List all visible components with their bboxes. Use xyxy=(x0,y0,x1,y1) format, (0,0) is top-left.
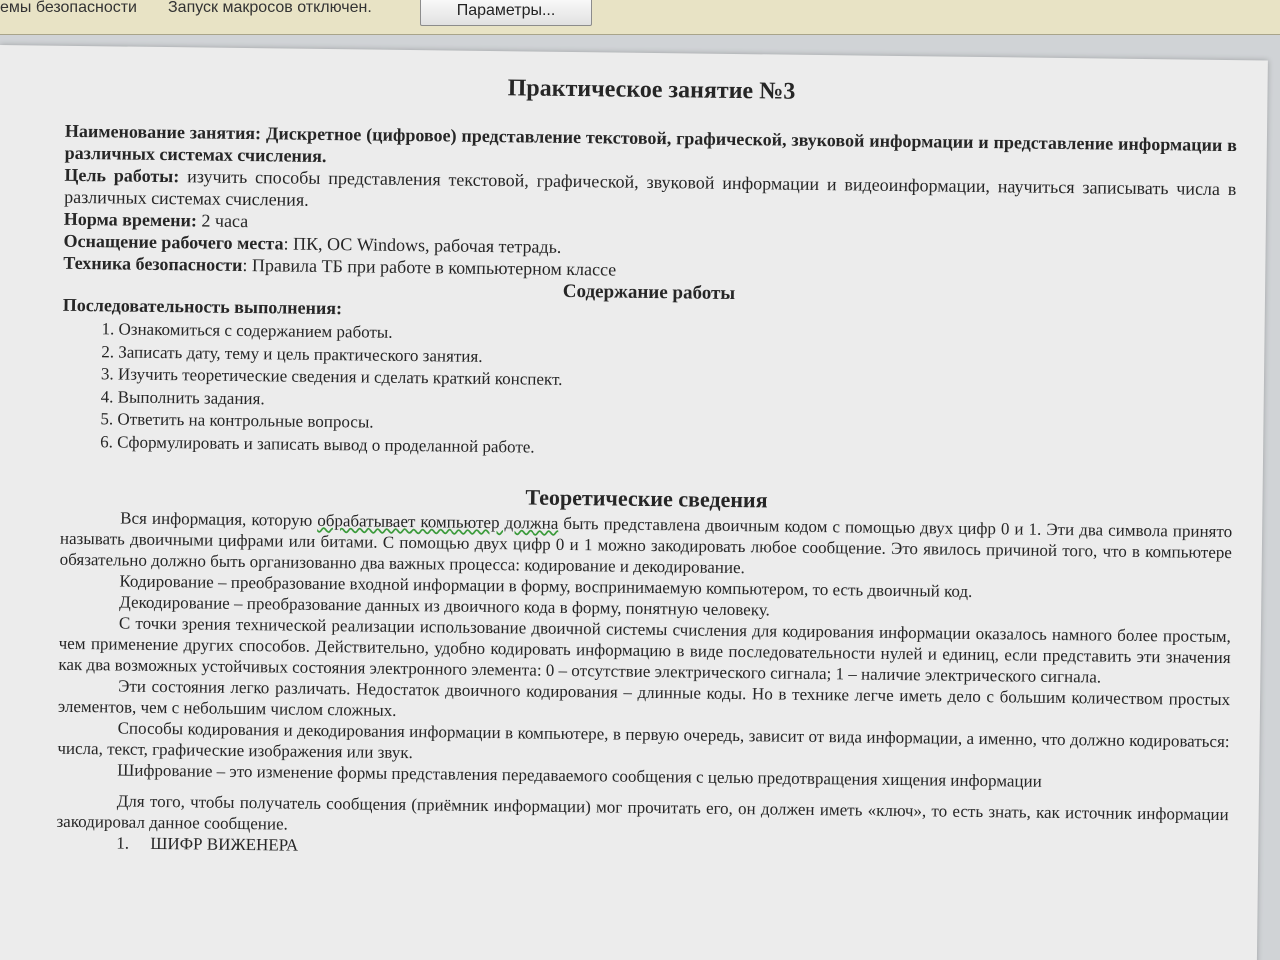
equipment-label: Оснащение рабочего места xyxy=(63,230,284,254)
theory-section: Вся информация, которую обрабатывает ком… xyxy=(56,507,1232,867)
time-label: Норма времени: xyxy=(63,208,198,231)
message-bar-security-warning: емы безопасности Запуск макросов отключе… xyxy=(0,0,1280,35)
grammar-flag-text[interactable]: обрабатывает компьютер должна xyxy=(317,511,558,533)
cipher-item-number: 1. xyxy=(116,833,130,853)
equipment-value: : ПК, ОС Windows, рабочая тетрадь. xyxy=(283,233,562,257)
macros-disabled-message: Запуск макросов отключен. xyxy=(168,0,372,16)
security-warning-label: емы безопасности xyxy=(0,0,137,16)
steps-list: Ознакомиться с содержанием работы. Запис… xyxy=(61,318,1235,467)
sequence-label-colon: : xyxy=(335,298,343,319)
cipher-item-text: ШИФР ВИЖЕНЕРА xyxy=(150,833,299,855)
document-body: Практическое занятие №3 Наименование зан… xyxy=(56,68,1238,867)
time-value: 2 часа xyxy=(201,210,249,232)
safety-label: Техника безопасности xyxy=(63,252,243,275)
lesson-name-label: Наименование занятия: xyxy=(64,120,262,144)
document-title: Практическое занятие №3 xyxy=(507,75,796,105)
safety-value: : Правила ТБ при работе в компьютерном к… xyxy=(242,254,617,280)
theory-p1-start: Вся информация, которую xyxy=(120,508,318,530)
document-workspace[interactable]: Практическое занятие №3 Наименование зан… xyxy=(0,35,1280,960)
goal-label: Цель работы: xyxy=(64,164,180,187)
options-button[interactable]: Параметры... xyxy=(420,0,592,26)
document-header-fields: Наименование занятия: Дискретное (цифров… xyxy=(63,120,1237,288)
sequence-label-text: Последовательность выполнения xyxy=(62,294,337,319)
document-page[interactable]: Практическое занятие №3 Наименование зан… xyxy=(0,45,1268,960)
